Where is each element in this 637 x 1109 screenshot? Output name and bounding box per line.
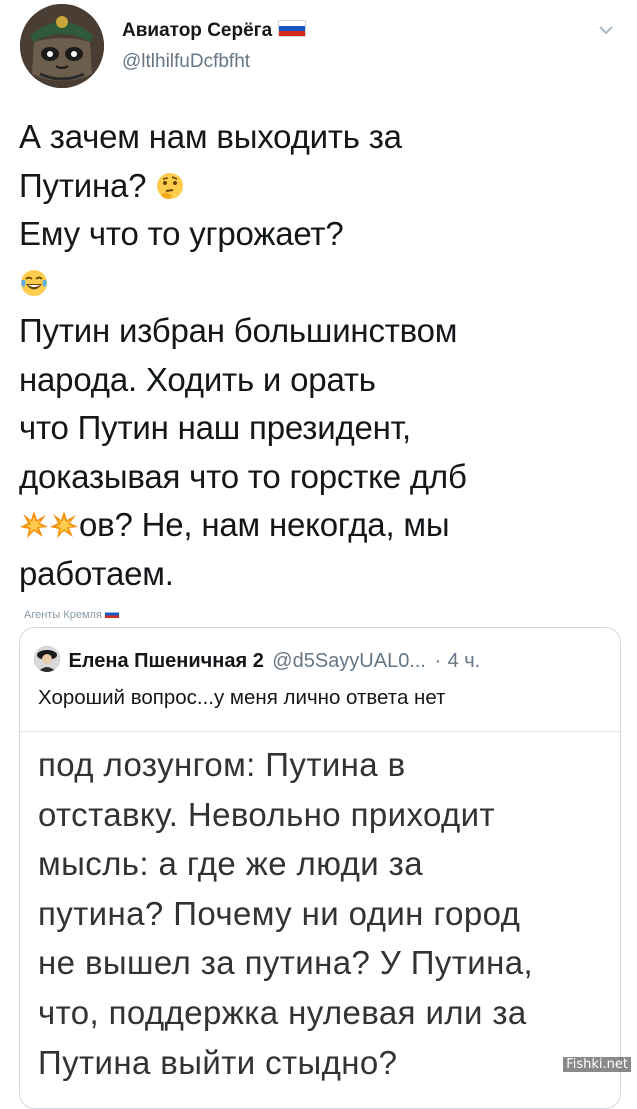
thinking-face-emoji-icon [155, 171, 185, 201]
quoted-line: мысль: а где же люди за [38, 845, 423, 883]
tweet-line: что Путин наш президент, [19, 409, 411, 446]
russia-flag-icon [104, 610, 119, 618]
tweet-line [19, 259, 619, 308]
quoted-author-handle[interactable]: @d5SayyUAL0... [272, 650, 426, 672]
quoted-tweet-card[interactable]: Елена Пшеничная 2 @d5SayyUAL0... · 4 ч. … [19, 627, 621, 1109]
quoted-line: под лозунгом: Путина в [38, 746, 406, 783]
collision-emoji-icon [49, 510, 79, 540]
agents-watermark: Агенты Кремля [24, 609, 119, 621]
tweet-line: ов? Не, нам некогда, мы [19, 501, 619, 550]
quoted-line: что, поддержка нулевая или за [38, 993, 527, 1031]
quoted-timestamp[interactable]: 4 ч. [448, 650, 481, 672]
author-handle[interactable]: @ltlhilfuDcfbfht [122, 51, 250, 73]
tweet-line: Путина? [19, 162, 619, 211]
cat-pilot-avatar-icon [20, 4, 104, 88]
tweet-line: А зачем нам выходить за [19, 118, 402, 155]
chevron-down-icon[interactable] [596, 20, 616, 40]
author-name-text: Авиатор Серёга [122, 20, 273, 41]
collision-emoji-icon [19, 510, 49, 540]
tweet-text: А зачем нам выходить за Путина? Ему что … [19, 113, 619, 598]
quoted-line: отставку. Невольно приходит [38, 795, 496, 833]
tweet-line: народа. Ходить и орать [19, 360, 376, 398]
quoted-line: путина? Почему ни один город [38, 894, 521, 932]
tweet-line: работаем. [19, 554, 174, 592]
russia-flag-icon [278, 20, 307, 37]
quoted-tweet-header: Елена Пшеничная 2 @d5SayyUAL0... · 4 ч. [34, 646, 614, 674]
quoted-author-avatar[interactable] [34, 646, 60, 672]
face-with-tears-of-joy-emoji-icon [19, 268, 49, 298]
quoted-first-line: Хороший вопрос...у меня лично ответа нет [38, 686, 446, 709]
site-watermark: Fishki.net [563, 1057, 631, 1072]
quoted-author-name[interactable]: Елена Пшеничная 2 [68, 650, 263, 672]
screenshot-seam [20, 731, 620, 732]
tweet-line: Ему что то угрожает? [19, 215, 344, 252]
author-avatar[interactable] [20, 4, 104, 88]
separator-dot: · [434, 650, 442, 672]
quoted-line: не вышел за путина? У Путина, [38, 944, 534, 982]
tweet-line: доказывая что то горстке длб [19, 457, 467, 495]
tweet-header: Авиатор Серёга @ltlhilfuDcfbfht [20, 4, 620, 94]
quoted-body-text: под лозунгом: Путина в отставку. Невольн… [38, 740, 608, 1087]
tweet-line: Путин избран большинством [19, 312, 458, 349]
author-name[interactable]: Авиатор Серёга [122, 20, 307, 42]
